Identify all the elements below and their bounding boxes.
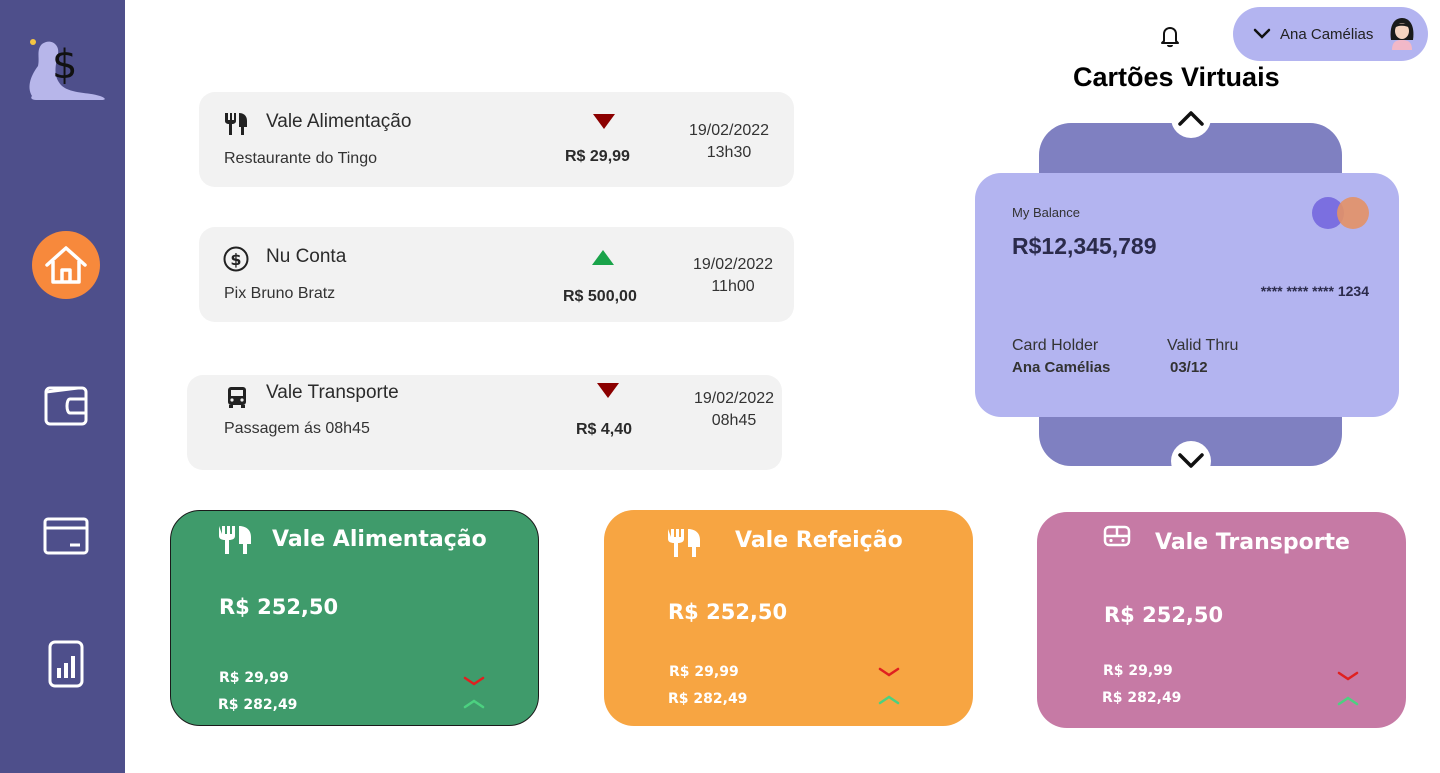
benefit-card-refeicao[interactable]: Vale Refeição R$ 252,50 R$ 29,99 R$ 282,…	[604, 510, 973, 726]
card-prev-button[interactable]	[1171, 98, 1211, 138]
chevron-up-icon	[878, 695, 900, 705]
virtual-card[interactable]: My Balance R$12,345,789 **** **** **** 1…	[975, 173, 1399, 417]
transaction-time: 11h00	[711, 278, 755, 295]
card-number: **** **** **** 1234	[1260, 283, 1369, 299]
transaction-card[interactable]: Vale Alimentação Restaurante do Tingo R$…	[199, 92, 794, 187]
chevron-down-icon	[878, 667, 900, 677]
cutlery-icon	[668, 529, 700, 557]
virtual-cards-title: Cartões Virtuais	[1073, 62, 1280, 92]
transaction-datetime: 19/02/2022 11h00	[683, 254, 783, 298]
chevron-down-icon	[1253, 28, 1271, 39]
transaction-amount: R$ 500,00	[563, 288, 637, 305]
transaction-date: 19/02/2022	[692, 256, 774, 273]
bus-icon	[224, 384, 250, 410]
chevron-down-icon	[1337, 671, 1359, 681]
chevron-up-icon	[1178, 111, 1204, 126]
card-holder-label: Card Holder	[1012, 337, 1099, 354]
chevron-down-icon	[1178, 453, 1204, 468]
chevron-up-icon	[1337, 696, 1359, 706]
benefit-outflow: R$ 29,99	[1103, 663, 1173, 679]
sidebar: $	[0, 0, 125, 773]
card-icon	[43, 517, 89, 555]
transaction-card[interactable]: $ Nu Conta Pix Bruno Bratz R$ 500,00 19/…	[199, 227, 794, 322]
transaction-datetime: 19/02/2022 13h30	[679, 120, 779, 164]
benefit-inflow: R$ 282,49	[668, 691, 748, 707]
nav-reports[interactable]	[32, 630, 100, 698]
svg-text:$: $	[230, 250, 241, 269]
bar-chart-icon	[48, 640, 84, 688]
avatar	[1386, 16, 1418, 50]
nav-wallet[interactable]	[32, 372, 100, 440]
transaction-title: Vale Transporte	[266, 382, 399, 403]
transaction-time: 08h45	[711, 412, 757, 429]
transaction-date: 19/02/2022	[693, 390, 775, 407]
transaction-date: 19/02/2022	[688, 122, 770, 139]
transaction-amount: R$ 4,40	[576, 421, 633, 438]
dollar-circle-icon: $	[223, 246, 249, 272]
benefit-card-alimentacao[interactable]: Vale Alimentação R$ 252,50 R$ 29,99 R$ 2…	[170, 510, 539, 726]
benefit-outflow: R$ 29,99	[669, 664, 739, 680]
transaction-title: Nu Conta	[266, 246, 347, 267]
home-icon	[45, 246, 87, 284]
valid-thru-label: Valid Thru	[1167, 337, 1239, 354]
benefit-card-transporte[interactable]: Vale Transporte R$ 252,50 R$ 29,99 R$ 28…	[1037, 512, 1406, 728]
benefit-title: Vale Alimentação	[272, 527, 487, 552]
transaction-datetime: 19/02/2022 08h45	[684, 388, 784, 432]
cutlery-icon	[223, 111, 249, 137]
transaction-description: Restaurante do Tingo	[224, 150, 377, 167]
benefit-title: Vale Transporte	[1155, 530, 1350, 555]
card-next-button[interactable]	[1171, 441, 1211, 481]
transaction-time: 13h30	[706, 144, 752, 161]
chevron-down-icon	[463, 676, 485, 686]
nav-home[interactable]	[32, 231, 100, 299]
benefit-balance: R$ 252,50	[668, 600, 788, 624]
transaction-amount: R$ 29,99	[565, 148, 630, 165]
card-balance: R$12,345,789	[1012, 233, 1157, 259]
nav-card[interactable]	[32, 502, 100, 570]
transaction-title: Vale Alimentação	[266, 111, 412, 132]
notification-bell-icon[interactable]	[1158, 24, 1182, 48]
transaction-card[interactable]: Vale Transporte Passagem ás 08h45 R$ 4,4…	[187, 375, 782, 470]
svg-text:$: $	[52, 42, 77, 88]
logo: $	[22, 36, 108, 104]
transaction-description: Pix Bruno Bratz	[224, 285, 336, 302]
transaction-description: Passagem ás 08h45	[224, 420, 370, 437]
arrow-down-icon	[597, 383, 619, 398]
arrow-down-icon	[593, 114, 615, 129]
benefit-balance: R$ 252,50	[219, 595, 339, 619]
bus-icon	[1103, 525, 1131, 547]
benefit-inflow: R$ 282,49	[1102, 690, 1182, 706]
benefit-balance: R$ 252,50	[1104, 603, 1224, 627]
valid-thru: 03/12	[1170, 359, 1208, 376]
benefit-title: Vale Refeição	[735, 528, 903, 553]
card-brand-icon	[1312, 197, 1369, 229]
user-menu[interactable]: Ana Camélias	[1233, 7, 1428, 61]
user-name: Ana Camélias	[1280, 25, 1374, 43]
cutlery-icon	[219, 526, 251, 554]
wallet-icon	[44, 386, 88, 426]
balance-label: My Balance	[1012, 205, 1080, 220]
benefit-inflow: R$ 282,49	[218, 697, 298, 713]
card-holder: Ana Camélias	[1012, 359, 1111, 376]
benefit-outflow: R$ 29,99	[219, 670, 289, 686]
arrow-up-icon	[592, 250, 614, 265]
chevron-up-icon	[463, 699, 485, 709]
